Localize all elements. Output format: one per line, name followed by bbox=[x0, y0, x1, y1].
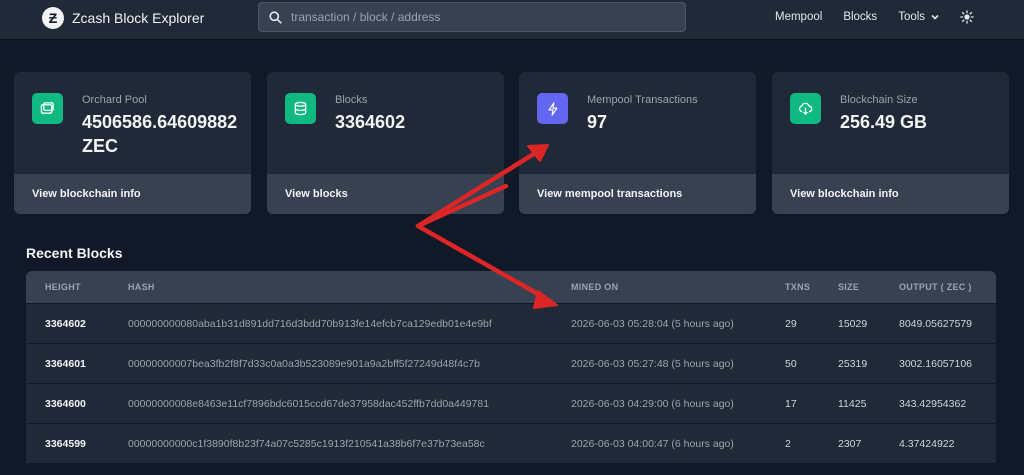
table-row[interactable]: 3364600 00000000008e8463e11cf7896bdc6015… bbox=[26, 383, 996, 423]
block-txns: 29 bbox=[785, 317, 797, 330]
cloud-download-icon bbox=[790, 93, 821, 124]
block-mined-on: 2026-06-03 04:00:47 (6 hours ago) bbox=[571, 437, 734, 450]
block-txns: 50 bbox=[785, 357, 797, 370]
brand[interactable]: Ƶ Zcash Block Explorer bbox=[42, 7, 204, 29]
block-hash[interactable]: 00000000000c1f3890f8b23f74a07c5285c1913f… bbox=[128, 424, 485, 463]
header-mined-on: MINED ON bbox=[571, 282, 619, 292]
card-label: Mempool Transactions bbox=[587, 94, 698, 106]
block-hash[interactable]: 000000000080aba1b31d891dd716d3bdd70b913f… bbox=[128, 304, 492, 343]
header-txns: TXNS bbox=[785, 282, 811, 292]
nav-tools-dropdown[interactable]: Tools bbox=[898, 11, 940, 23]
nav-link-mempool[interactable]: Mempool bbox=[775, 11, 822, 23]
wallet-icon bbox=[32, 93, 63, 124]
block-txns: 2 bbox=[785, 437, 791, 450]
nav-link-blocks[interactable]: Blocks bbox=[843, 11, 877, 23]
header-height: HEIGHT bbox=[45, 282, 81, 292]
block-size: 11425 bbox=[838, 397, 867, 410]
card-label: Orchard Pool bbox=[82, 94, 147, 106]
card-link[interactable]: View blockchain info bbox=[772, 174, 1009, 214]
search-bar[interactable] bbox=[258, 2, 686, 32]
block-size: 15029 bbox=[838, 317, 868, 330]
table-row[interactable]: 3364599 00000000000c1f3890f8b23f74a07c52… bbox=[26, 423, 996, 463]
block-hash[interactable]: 00000000007bea3fb2f8f7d33c0a0a3b523089e9… bbox=[128, 344, 480, 383]
table-row[interactable]: 3364602 000000000080aba1b31d891dd716d3bd… bbox=[26, 303, 996, 343]
table-row[interactable]: 3364601 00000000007bea3fb2f8f7d33c0a0a3b… bbox=[26, 343, 996, 383]
card-label: Blocks bbox=[335, 94, 368, 106]
card-mempool: Mempool Transactions 97 View mempool tra… bbox=[519, 72, 756, 214]
block-output: 3002.16057106 bbox=[899, 357, 972, 370]
lightning-icon bbox=[537, 93, 568, 124]
card-blockchain-size: Blockchain Size 256.49 GB View blockchai… bbox=[772, 72, 1009, 214]
card-blocks: Blocks 3364602 View blocks bbox=[267, 72, 504, 214]
block-height[interactable]: 3364602 bbox=[45, 304, 86, 343]
nav-tools-label: Tools bbox=[898, 11, 926, 23]
card-value: 3364602 bbox=[335, 112, 406, 132]
top-navbar: Ƶ Zcash Block Explorer Mempool Blocks To… bbox=[0, 0, 1024, 40]
section-title: Recent Blocks bbox=[26, 245, 123, 261]
block-mined-on: 2026-06-03 04:29:00 (6 hours ago) bbox=[571, 397, 734, 410]
table-header: HEIGHT HASH MINED ON TXNS SIZE OUTPUT ( … bbox=[26, 271, 996, 303]
header-output: OUTPUT ( ZEC ) bbox=[899, 282, 972, 292]
block-size: 25319 bbox=[838, 357, 868, 370]
block-output: 343.42954362 bbox=[899, 397, 967, 410]
block-height[interactable]: 3364599 bbox=[45, 424, 86, 463]
theme-toggle-sun-icon[interactable] bbox=[960, 10, 974, 24]
block-hash[interactable]: 00000000008e8463e11cf7896bdc6015ccd67de3… bbox=[128, 384, 489, 423]
card-label: Blockchain Size bbox=[840, 94, 918, 106]
header-hash: HASH bbox=[128, 282, 155, 292]
recent-blocks-table: HEIGHT HASH MINED ON TXNS SIZE OUTPUT ( … bbox=[26, 271, 996, 463]
block-txns: 17 bbox=[785, 397, 797, 410]
search-icon bbox=[269, 10, 282, 24]
database-icon bbox=[285, 93, 316, 124]
block-height[interactable]: 3364601 bbox=[45, 344, 86, 383]
block-output: 4.37424922 bbox=[899, 437, 955, 450]
block-size: 2307 bbox=[838, 437, 862, 450]
search-input[interactable] bbox=[291, 10, 651, 24]
card-link[interactable]: View blocks bbox=[267, 174, 504, 214]
nav-links: Mempool Blocks Tools bbox=[775, 10, 974, 24]
card-orchard-pool: Orchard Pool 4506586.64609882 ZEC View b… bbox=[14, 72, 251, 214]
app-title: Zcash Block Explorer bbox=[72, 10, 205, 26]
header-size: SIZE bbox=[838, 282, 860, 292]
card-link[interactable]: View mempool transactions bbox=[519, 174, 756, 214]
block-mined-on: 2026-06-03 05:27:48 (5 hours ago) bbox=[571, 357, 734, 370]
card-value: 256.49 GB bbox=[840, 112, 928, 132]
card-link[interactable]: View blockchain info bbox=[14, 174, 251, 214]
card-value: 4506586.64609882 ZEC bbox=[82, 112, 238, 156]
block-mined-on: 2026-06-03 05:28:04 (5 hours ago) bbox=[571, 317, 734, 330]
card-value: 97 bbox=[587, 112, 608, 132]
zcash-logo-icon: Ƶ bbox=[42, 7, 64, 29]
block-output: 8049.05627579 bbox=[899, 317, 972, 330]
chevron-down-icon bbox=[931, 14, 939, 20]
block-height[interactable]: 3364600 bbox=[45, 384, 86, 423]
